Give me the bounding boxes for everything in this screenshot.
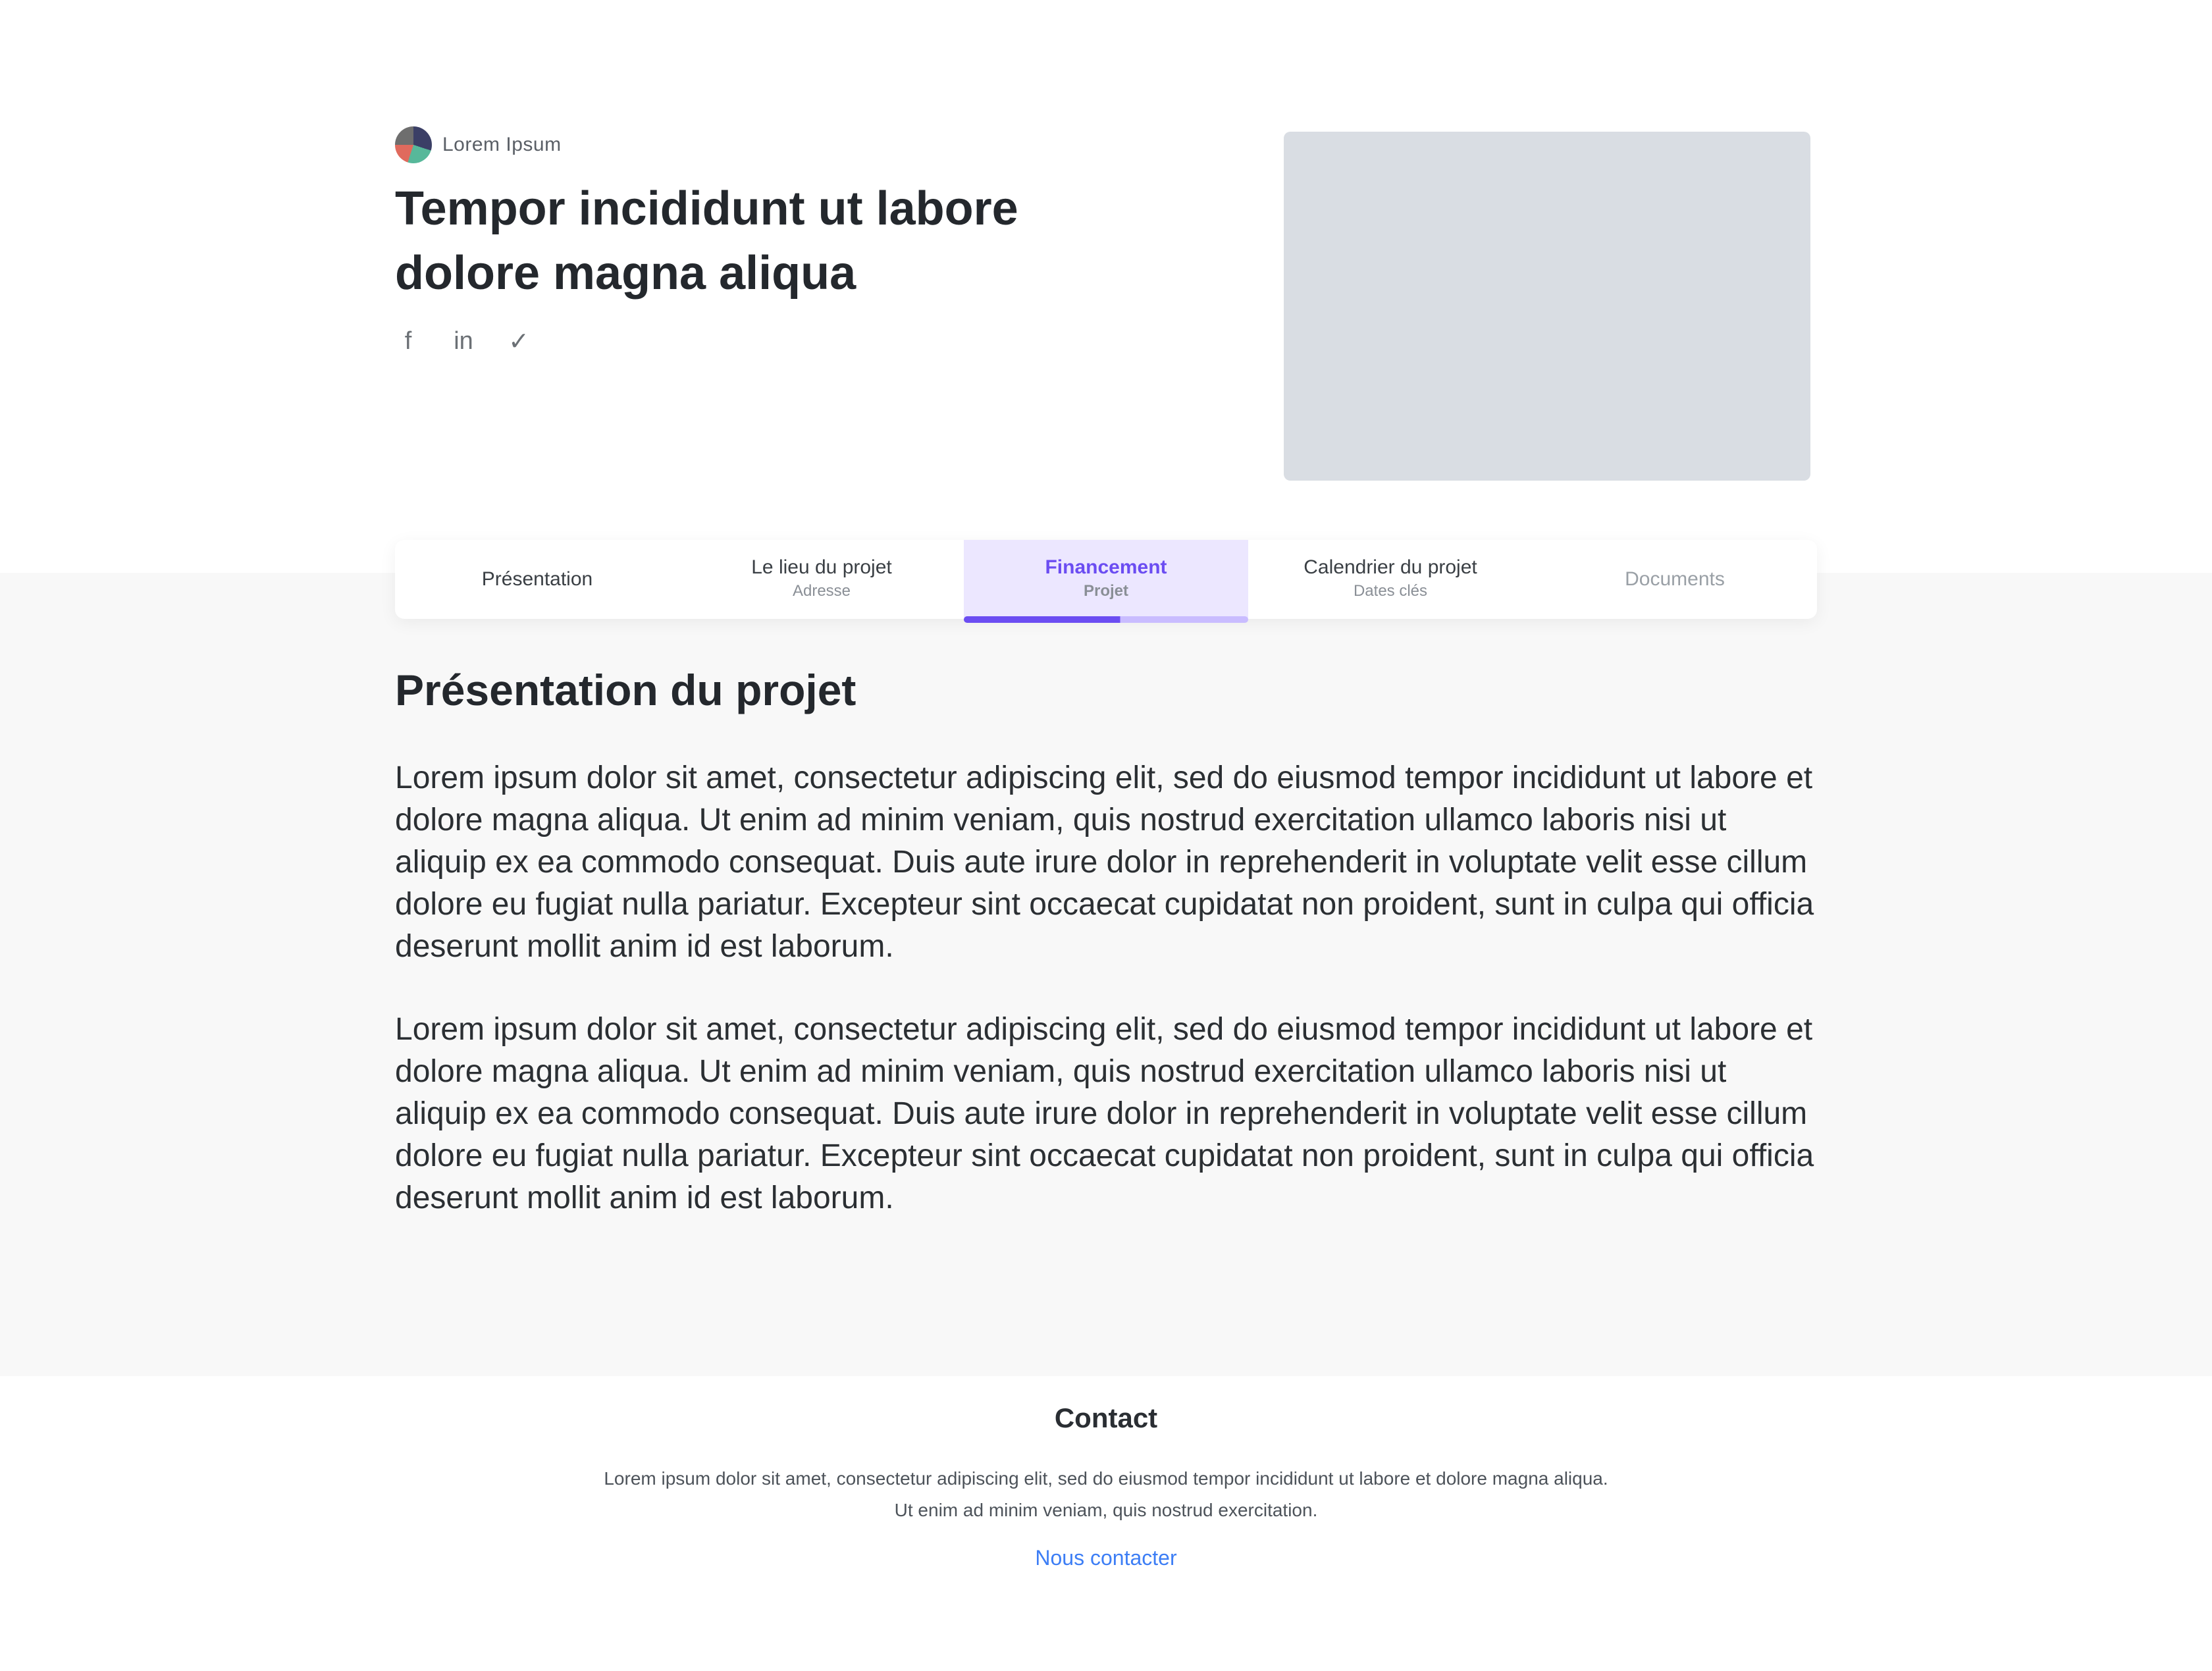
tab-label: Calendrier du projet — [1304, 556, 1477, 578]
tab-lieu[interactable]: Le lieu du projet Adresse — [679, 540, 964, 619]
tab-label: Documents — [1625, 568, 1725, 590]
brand[interactable]: Lorem Ipsum — [395, 125, 1152, 165]
section-title: Présentation du projet — [395, 666, 856, 714]
twitter-icon[interactable]: ✓ — [506, 327, 532, 356]
brand-name: Lorem Ipsum — [442, 134, 562, 155]
footer-text: Lorem ipsum dolor sit amet, consectetur … — [604, 1468, 1608, 1520]
tab-label: Présentation — [481, 568, 593, 590]
presentation-section: Présentation du projet Lorem ipsum dolor… — [395, 665, 1817, 1260]
paragraph: Lorem ipsum dolor sit amet, consectetur … — [395, 1012, 1814, 1215]
facebook-icon[interactable]: f — [395, 327, 421, 356]
footer-title: Contact — [1054, 1402, 1158, 1433]
contact-link[interactable]: Nous contacter — [1035, 1546, 1176, 1570]
page-title: Tempor incididunt ut labore dolore magna… — [395, 182, 1018, 300]
hero-image-placeholder — [1284, 132, 1810, 481]
linkedin-icon[interactable]: in — [450, 327, 477, 356]
tab-sublabel: Projet — [1083, 582, 1128, 600]
tab-label: Financement — [1045, 556, 1167, 578]
tab-documents[interactable]: Documents — [1533, 540, 1817, 619]
paragraph: Lorem ipsum dolor sit amet, consectetur … — [395, 760, 1814, 964]
tab-sublabel: Dates clés — [1353, 582, 1428, 600]
project-header: Lorem Ipsum Tempor incididunt ut labore … — [395, 125, 1152, 356]
tab-presentation[interactable]: Présentation — [395, 540, 679, 619]
contact-footer: Contact Lorem ipsum dolor sit amet, cons… — [0, 1402, 2212, 1570]
tab-sublabel: Adresse — [792, 582, 851, 600]
tab-label: Le lieu du projet — [751, 556, 892, 578]
section-tabs: Présentation Le lieu du projet Adresse F… — [395, 540, 1817, 623]
tab-financement[interactable]: Financement Projet — [964, 540, 1248, 623]
brand-logo-icon — [395, 126, 432, 163]
tab-calendrier[interactable]: Calendrier du projet Dates clés — [1248, 540, 1533, 619]
social-share: f in ✓ — [395, 327, 1152, 356]
